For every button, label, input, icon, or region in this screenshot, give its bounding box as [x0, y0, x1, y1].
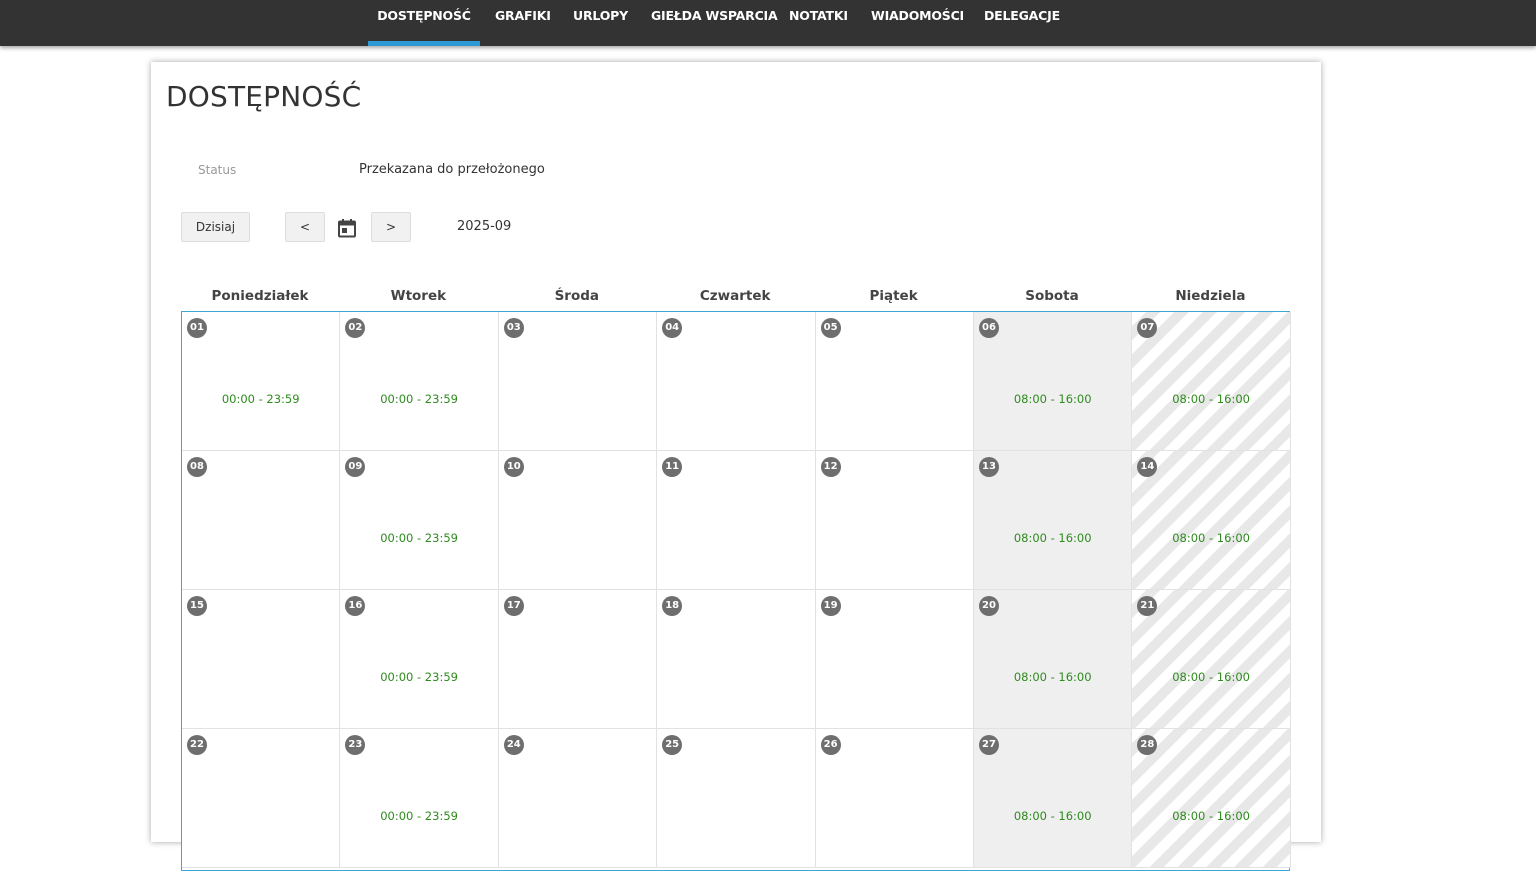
nav-item-dostepnosc[interactable]: DOSTĘPNOŚĆ — [368, 0, 480, 46]
weekday-header: Sobota — [1025, 288, 1079, 304]
day-number-badge: 09 — [345, 457, 366, 477]
availability-time-range: 00:00 - 23:59 — [380, 392, 458, 406]
availability-time-range: 00:00 - 23:59 — [380, 531, 458, 545]
day-number-badge: 17 — [503, 596, 524, 616]
day-number-badge: 25 — [662, 735, 683, 755]
top-navigation-bar: DOSTĘPNOŚĆ GRAFIKI URLOPY GIEŁDA WSPARCI… — [0, 0, 1536, 46]
day-cell[interactable]: 05 — [815, 312, 974, 451]
availability-time-range: 00:00 - 23:59 — [380, 809, 458, 823]
day-cell[interactable]: 16 00:00 - 23:59 — [340, 590, 499, 729]
weekday-header: Wtorek — [390, 288, 447, 304]
day-number-badge: 10 — [503, 457, 524, 477]
day-number-badge: 16 — [345, 596, 366, 616]
day-cell[interactable]: 08 — [182, 451, 341, 590]
today-button[interactable]: Dzisiaj — [181, 212, 250, 242]
day-cell[interactable]: 21 08:00 - 16:00 — [1132, 590, 1291, 729]
day-number-badge: 13 — [979, 457, 999, 477]
day-cell[interactable]: 26 — [815, 729, 974, 868]
day-number-badge: 14 — [1137, 457, 1158, 477]
month-calendar-grid: 01 00:00 - 23:59 02 00:00 - 23:59 03 04 05 06 08… — [181, 311, 1291, 871]
day-cell[interactable]: 19 — [815, 590, 974, 729]
weekday-header: Niedziela — [1175, 288, 1246, 304]
day-cell[interactable]: 11 — [657, 451, 816, 590]
day-number-badge: 27 — [979, 735, 999, 755]
day-number-badge: 11 — [662, 457, 683, 477]
availability-time-range: 08:00 - 16:00 — [1013, 531, 1092, 545]
availability-time-range: 00:00 - 23:59 — [380, 670, 458, 684]
calendar-icon[interactable] — [337, 218, 357, 238]
day-number-badge: 07 — [1137, 318, 1158, 338]
availability-time-range: 08:00 - 16:00 — [1013, 392, 1092, 406]
day-number-badge: 01 — [187, 318, 207, 338]
day-cell[interactable]: 06 08:00 - 16:00 — [974, 312, 1133, 451]
availability-time-range: 08:00 - 16:00 — [1172, 809, 1250, 823]
day-number-badge: 05 — [820, 318, 841, 338]
day-cell[interactable]: 18 — [657, 590, 816, 729]
weekday-header: Czwartek — [699, 288, 771, 304]
prev-month-button[interactable]: < — [285, 212, 325, 242]
nav-item-gielda-wsparcia[interactable]: GIEŁDA WSPARCIA — [651, 0, 778, 46]
nav-item-grafiki[interactable]: GRAFIKI — [495, 0, 551, 46]
nav-item-notatki[interactable]: NOTATKI — [789, 0, 848, 46]
nav-item-delegacje[interactable]: DELEGACJE — [984, 0, 1060, 46]
day-cell[interactable]: 22 — [182, 729, 341, 868]
day-cell[interactable]: 13 08:00 - 16:00 — [974, 451, 1133, 590]
day-cell[interactable]: 27 08:00 - 16:00 — [974, 729, 1133, 868]
day-number-badge: 19 — [820, 596, 841, 616]
day-cell[interactable]: 25 — [657, 729, 816, 868]
day-cell[interactable]: 20 08:00 - 16:00 — [974, 590, 1133, 729]
current-month: 2025-09 — [457, 219, 512, 234]
day-number-badge: 03 — [503, 318, 524, 338]
day-cell[interactable]: 24 — [498, 729, 658, 868]
nav-item-wiadomosci[interactable]: WIADOMOŚCI — [871, 0, 964, 46]
weekday-header: Środa — [554, 288, 600, 304]
day-cell[interactable]: 02 00:00 - 23:59 — [340, 312, 499, 451]
day-number-badge: 12 — [820, 457, 841, 477]
day-cell[interactable]: 04 — [657, 312, 816, 451]
day-cell[interactable]: 17 — [498, 590, 658, 729]
availability-panel: DOSTĘPNOŚĆ Status Przekazana do przełożo… — [151, 62, 1321, 871]
status-value: Przekazana do przełożonego — [359, 162, 545, 177]
availability-time-range: 08:00 - 16:00 — [1172, 392, 1250, 406]
availability-time-range: 08:00 - 16:00 — [1013, 670, 1092, 684]
day-number-badge: 20 — [979, 596, 999, 616]
day-cell[interactable]: 23 00:00 - 23:59 — [340, 729, 499, 868]
day-number-badge: 23 — [345, 735, 366, 755]
day-number-badge: 22 — [187, 735, 207, 755]
day-number-badge: 02 — [345, 318, 366, 338]
availability-time-range: 00:00 - 23:59 — [221, 392, 300, 406]
day-number-badge: 21 — [1137, 596, 1158, 616]
nav-item-urlopy[interactable]: URLOPY — [573, 0, 628, 46]
day-cell[interactable]: 10 — [498, 451, 658, 590]
day-cell[interactable]: 14 08:00 - 16:00 — [1132, 451, 1291, 590]
day-cell[interactable]: 07 08:00 - 16:00 — [1132, 312, 1291, 451]
availability-time-range: 08:00 - 16:00 — [1172, 531, 1250, 545]
day-number-badge: 26 — [820, 735, 841, 755]
page-title: DOSTĘPNOŚĆ — [166, 80, 362, 113]
availability-time-range: 08:00 - 16:00 — [1172, 670, 1250, 684]
day-cell[interactable]: 01 00:00 - 23:59 — [182, 312, 341, 451]
status-label: Status — [198, 163, 237, 177]
day-number-badge: 04 — [662, 318, 683, 338]
day-cell[interactable]: 28 08:00 - 16:00 — [1132, 729, 1291, 868]
day-cell[interactable]: 03 — [498, 312, 658, 451]
day-cell[interactable]: 12 — [815, 451, 974, 590]
day-cell[interactable]: 09 00:00 - 23:59 — [340, 451, 499, 590]
day-number-badge: 24 — [503, 735, 524, 755]
weekday-header: Poniedziałek — [211, 288, 309, 304]
day-number-badge: 08 — [187, 457, 207, 477]
day-number-badge: 28 — [1137, 735, 1158, 755]
day-cell[interactable]: 15 — [182, 590, 341, 729]
next-month-button[interactable]: > — [371, 212, 411, 242]
weekday-header: Piątek — [869, 288, 918, 304]
availability-time-range: 08:00 - 16:00 — [1013, 809, 1092, 823]
day-number-badge: 15 — [187, 596, 207, 616]
day-number-badge: 18 — [662, 596, 683, 616]
day-number-badge: 06 — [979, 318, 999, 338]
